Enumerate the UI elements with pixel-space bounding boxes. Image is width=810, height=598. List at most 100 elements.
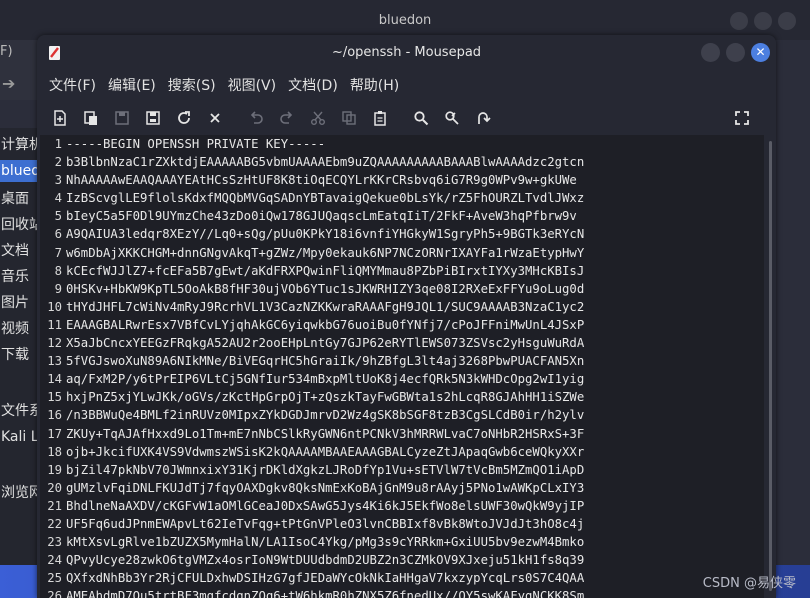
background-sidebar: 计算机 bluedon 桌面 回收站 文档 音乐 图片 视频 下载 文件系统 K… bbox=[0, 128, 40, 598]
editor-line[interactable]: 21 BhdlneNaAXDV/cKGFvW1aOMlGCeaJ0DxSAwG5J… bbox=[40, 497, 764, 515]
sidebar-item-downloads[interactable]: 下载 bbox=[0, 344, 40, 366]
line-number: 2 bbox=[54, 155, 62, 170]
line-text: ojb+JkcifUXK4VS9VdwmszWSisK2kQAAAAMBAAEA… bbox=[66, 444, 585, 459]
sidebar-item-browse-network[interactable]: 浏览网络 bbox=[0, 482, 40, 504]
line-text: A9QAIUA3ledqr8XEzY//Lq0+sQg/pUu0KPkY18i6… bbox=[66, 227, 585, 242]
background-maximize-button[interactable] bbox=[754, 12, 772, 30]
editor-line[interactable]: 9 0HSKv+HbKW9KpTL5OoAkB8fHF30ujVOb6YTuc1s… bbox=[40, 280, 764, 298]
undo-icon[interactable] bbox=[245, 107, 267, 129]
editor-line[interactable]: 5 bIeyC5a5F0Dl9UYmzChe43zDo0iQw178GJUQaqs… bbox=[40, 207, 764, 225]
vertical-scrollbar[interactable] bbox=[769, 141, 772, 591]
find-replace-icon[interactable] bbox=[441, 107, 463, 129]
save-icon[interactable] bbox=[111, 107, 133, 129]
menu-file[interactable]: 文件(F) bbox=[43, 71, 102, 101]
minimize-button[interactable] bbox=[701, 43, 720, 62]
editor-line[interactable]: 2 b3BlbnNzaC1rZXktdjEAAAAABG5vbmUAAAAEbm9… bbox=[40, 153, 764, 171]
line-text: kCEcfWJJlZ7+fcEFa5B7gEwt/aKdFRXPQwinFliQ… bbox=[66, 263, 585, 278]
sidebar-item-computer[interactable]: 计算机 bbox=[0, 134, 40, 156]
background-close-button[interactable] bbox=[778, 12, 796, 30]
save-as-icon[interactable] bbox=[142, 107, 164, 129]
new-document-icon[interactable] bbox=[49, 107, 71, 129]
sidebar-item-music[interactable]: 音乐 bbox=[0, 266, 40, 288]
line-text: BhdlneNaAXDV/cKGFvW1aOMlGCeaJ0DxSAwG5Jys… bbox=[66, 498, 585, 513]
line-number: 25 bbox=[47, 571, 62, 586]
editor-line[interactable]: 22 UF5Fq6udJPnmEWApvLt62IeTvFqg+tPtGnVPle… bbox=[40, 515, 764, 533]
editor-line[interactable]: 3 NhAAAAAwEAAQAAAYEAtHCsSzHtUF8K8tiOqECQY… bbox=[40, 171, 764, 189]
editor-line[interactable]: 17 ZKUy+TqAJAfHxxd9Lo1Tm+mE7nNbCSlkRyGWN6… bbox=[40, 425, 764, 443]
menu-edit[interactable]: 编辑(E) bbox=[102, 71, 162, 101]
editor-line[interactable]: 26 AMEAhdmD7Qu5trtBF3mgfcdgnZQq6+tW6hkmR0… bbox=[40, 587, 764, 598]
editor-line[interactable]: 20 gUMzlvFqiDNLFKUJdTj7fqyOAXDgkv8QksNmEx… bbox=[40, 479, 764, 497]
editor-line[interactable]: 14 aq/FxM2P/y6tPrEIP6VLtCj5GNfIur534mBxpM… bbox=[40, 370, 764, 388]
line-number: 21 bbox=[47, 498, 62, 513]
background-menu-fragment: F) bbox=[0, 44, 13, 59]
new-window-icon[interactable] bbox=[80, 107, 102, 129]
sidebar-item-trash[interactable]: 回收站 bbox=[0, 214, 40, 236]
editor-line[interactable]: 4 IzBScvglLE9flolsKdxfMQQbMVGqSADnYBTavai… bbox=[40, 189, 764, 207]
line-text: w6mDbAjXKKCHGM+dnnGNgvAkqT+gZWz/Mpy0ekau… bbox=[66, 245, 585, 260]
text-editor-area[interactable]: 1 -----BEGIN OPENSSH PRIVATE KEY----- 2 b3B… bbox=[40, 135, 764, 598]
editor-line[interactable]: 11 EAAAGBALRwrEsx7VBfCvLYjqhAkGC6yiqwkbG7… bbox=[40, 316, 764, 334]
window-titlebar[interactable]: ~/openssh - Mousepad ✕ bbox=[37, 35, 776, 71]
background-minimize-button[interactable] bbox=[730, 12, 748, 30]
line-number: 9 bbox=[54, 281, 62, 296]
line-number: 26 bbox=[47, 589, 62, 598]
sidebar-item-pictures[interactable]: 图片 bbox=[0, 292, 40, 314]
editor-line[interactable]: 12 X5aJbCncxYEEGzFRqkgA52AU2r2ooEHpLntGy7… bbox=[40, 334, 764, 352]
line-number: 8 bbox=[54, 263, 62, 278]
line-number: 20 bbox=[47, 480, 62, 495]
line-number: 6 bbox=[54, 227, 62, 242]
editor-line[interactable]: 19 bjZil47pkNbV70JWmnxixY31KjrDKldXgkzLJR… bbox=[40, 461, 764, 479]
line-text: UF5Fq6udJPnmEWApvLt62IeTvFqg+tPtGnVPleO3… bbox=[66, 516, 585, 531]
menu-search[interactable]: 搜索(S) bbox=[162, 71, 222, 101]
editor-line[interactable]: 24 QPvyUcye28zwkO6tgVMZx4osrIoN9WtDUUdbdm… bbox=[40, 551, 764, 569]
line-number: 14 bbox=[47, 372, 62, 387]
editor-line[interactable]: 25 QXfxdNhBb3Yr2RjCFULDxhwDSIHzG7gfJEDaWY… bbox=[40, 569, 764, 587]
line-text: EAAAGBALRwrEsx7VBfCvLYjqhAkGC6yiqwkbG76u… bbox=[66, 317, 585, 332]
sidebar-item-videos[interactable]: 视频 bbox=[0, 318, 40, 340]
editor-line[interactable]: 13 5fVGJswoXuN89A6NIkMNe/BiVEGqrHC5hGraiI… bbox=[40, 352, 764, 370]
sidebar-item-kali[interactable]: Kali L bbox=[0, 426, 40, 448]
line-number: 22 bbox=[47, 516, 62, 531]
editor-line[interactable]: 16/n3BBWuQe4BMLf2inRUVz0MIpxZYkDGDJmrvD2… bbox=[40, 406, 764, 424]
sidebar-item-filesystem[interactable]: 文件系统 bbox=[0, 400, 40, 422]
menu-help[interactable]: 帮助(H) bbox=[344, 71, 405, 101]
sidebar-item-home[interactable]: bluedon bbox=[0, 160, 40, 182]
line-number: 18 bbox=[47, 444, 62, 459]
editor-line[interactable]: 18 ojb+JkcifUXK4VS9VdwmszWSisK2kQAAAAMBAA… bbox=[40, 443, 764, 461]
background-window-title: bluedon bbox=[0, 0, 810, 40]
editor-line[interactable]: 15 hxjPnZ5xjYLwJKk/oGVs/zKctHpGrpOjT+zQsz… bbox=[40, 388, 764, 406]
cut-icon[interactable] bbox=[307, 107, 329, 129]
redo-icon[interactable] bbox=[276, 107, 298, 129]
line-text: 5fVGJswoXuN89A6NIkMNe/BiVEGqrHC5hGraiIk/… bbox=[66, 354, 585, 369]
line-text: AMEAhdmD7Qu5trtBF3mgfcdgnZQq6+tW6hkmR0hZ… bbox=[66, 589, 585, 598]
back-arrow-icon[interactable]: ➔ bbox=[2, 74, 15, 93]
line-number: 7 bbox=[54, 245, 62, 260]
editor-line[interactable]: 6 A9QAIUA3ledqr8XEzY//Lq0+sQg/pUu0KPkY18i… bbox=[40, 225, 764, 243]
line-number: 4 bbox=[54, 191, 62, 206]
reload-icon[interactable] bbox=[173, 107, 195, 129]
paste-icon[interactable] bbox=[369, 107, 391, 129]
line-text: bIeyC5a5F0Dl9UYmzChe43zDo0iQw178GJUQaqsc… bbox=[66, 209, 577, 224]
copy-icon[interactable] bbox=[338, 107, 360, 129]
line-text: QPvyUcye28zwkO6tgVMZx4osrIoN9WtDUUdbdmD2… bbox=[66, 553, 585, 568]
editor-line[interactable]: 1 -----BEGIN OPENSSH PRIVATE KEY----- bbox=[40, 135, 764, 153]
close-button[interactable]: ✕ bbox=[751, 43, 770, 62]
line-number: 12 bbox=[47, 336, 62, 351]
editor-line[interactable]: 7 w6mDbAjXKKCHGM+dnnGNgvAkqT+gZWz/Mpy0eka… bbox=[40, 244, 764, 262]
line-text: ZKUy+TqAJAfHxxd9Lo1Tm+mE7nNbCSlkRyGWN6nt… bbox=[66, 426, 585, 441]
fullscreen-icon[interactable] bbox=[731, 107, 753, 129]
close-doc-icon[interactable] bbox=[204, 107, 226, 129]
menu-view[interactable]: 视图(V) bbox=[222, 71, 283, 101]
sidebar-item-desktop[interactable]: 桌面 bbox=[0, 188, 40, 210]
menu-document[interactable]: 文档(D) bbox=[282, 71, 344, 101]
editor-line[interactable]: 8 kCEcfWJJlZ7+fcEFa5B7gEwt/aKdFRXPQwinFli… bbox=[40, 262, 764, 280]
sidebar-item-documents[interactable]: 文档 bbox=[0, 240, 40, 262]
editor-line[interactable]: 23 kMtXsvLgRlve1bZUZX5MymHalN/LA1IsoC4Ykg… bbox=[40, 533, 764, 551]
maximize-button[interactable] bbox=[726, 43, 745, 62]
find-icon[interactable] bbox=[410, 107, 432, 129]
editor-line[interactable]: 10 tHYdJHFL7cWiNv4mRyJ9RcrhVL1V3CazNZKKwr… bbox=[40, 298, 764, 316]
goto-icon[interactable] bbox=[472, 107, 494, 129]
line-text: aq/FxM2P/y6tPrEIP6VLtCj5GNfIur534mBxpMlt… bbox=[66, 372, 585, 387]
line-text: -----BEGIN OPENSSH PRIVATE KEY----- bbox=[66, 137, 326, 151]
